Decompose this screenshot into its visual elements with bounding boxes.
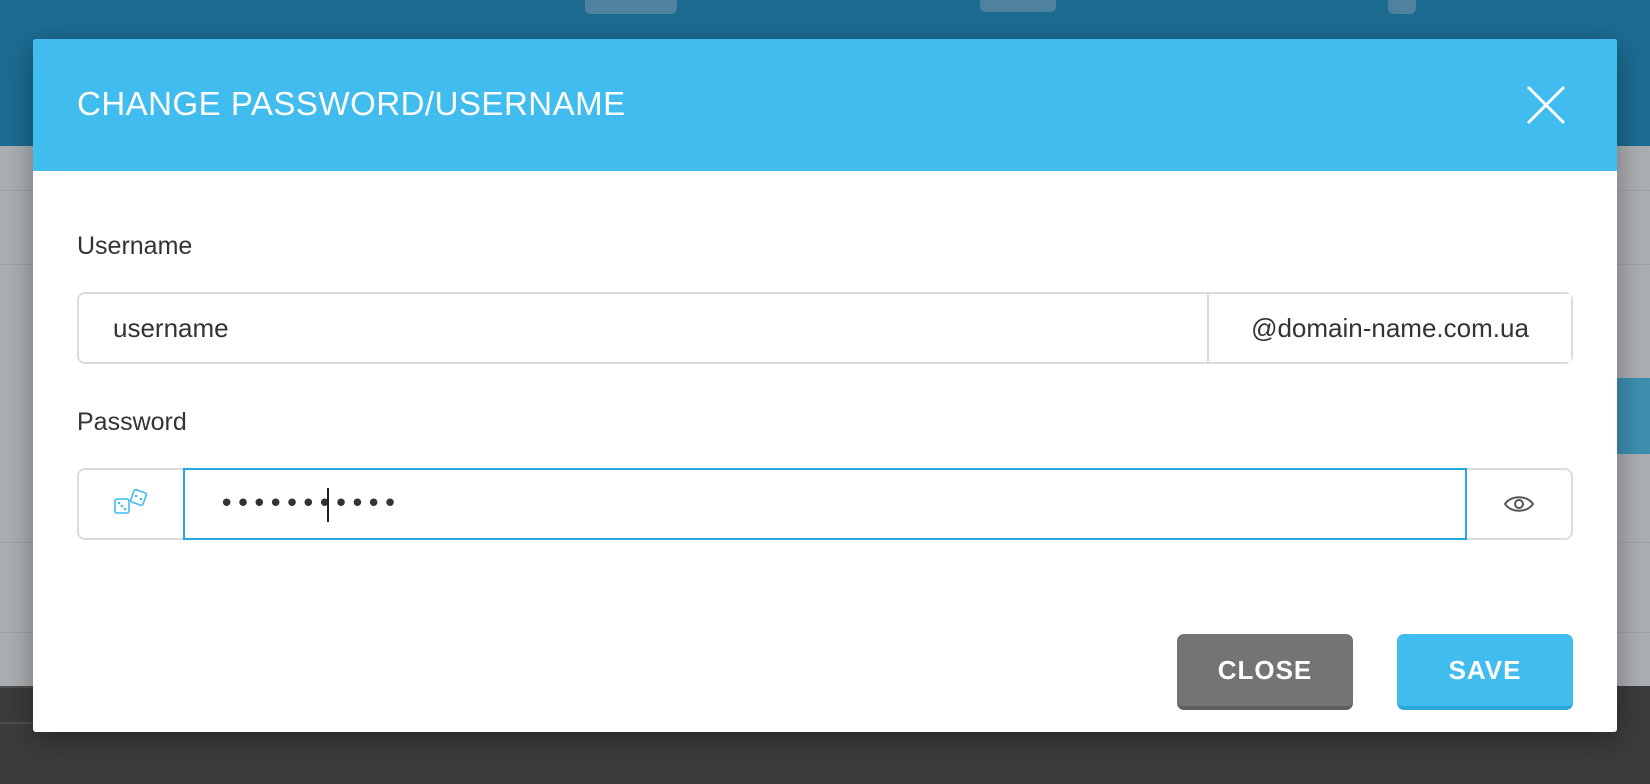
dice-icon[interactable] <box>79 470 183 538</box>
close-button[interactable]: CLOSE <box>1177 634 1353 710</box>
text-caret <box>327 488 329 522</box>
username-input[interactable] <box>79 294 1207 362</box>
close-x-icon[interactable] <box>1524 83 1568 127</box>
username-label: Username <box>77 232 193 260</box>
change-password-dialog: CHANGE PASSWORD/USERNAME Username @domai… <box>33 39 1617 732</box>
password-label: Password <box>77 408 187 436</box>
dialog-title: CHANGE PASSWORD/USERNAME <box>77 85 626 122</box>
password-input[interactable]: ••••••••••• <box>183 468 1467 540</box>
domain-suffix: @domain-name.com.ua <box>1207 294 1571 362</box>
password-masked-value: ••••••••••• <box>219 489 399 519</box>
eye-icon[interactable] <box>1467 470 1571 538</box>
save-button[interactable]: SAVE <box>1397 634 1573 710</box>
password-input-group: ••••••••••• <box>77 468 1573 540</box>
username-input-group: @domain-name.com.ua <box>77 292 1573 364</box>
dialog-header: CHANGE PASSWORD/USERNAME <box>33 39 1617 171</box>
